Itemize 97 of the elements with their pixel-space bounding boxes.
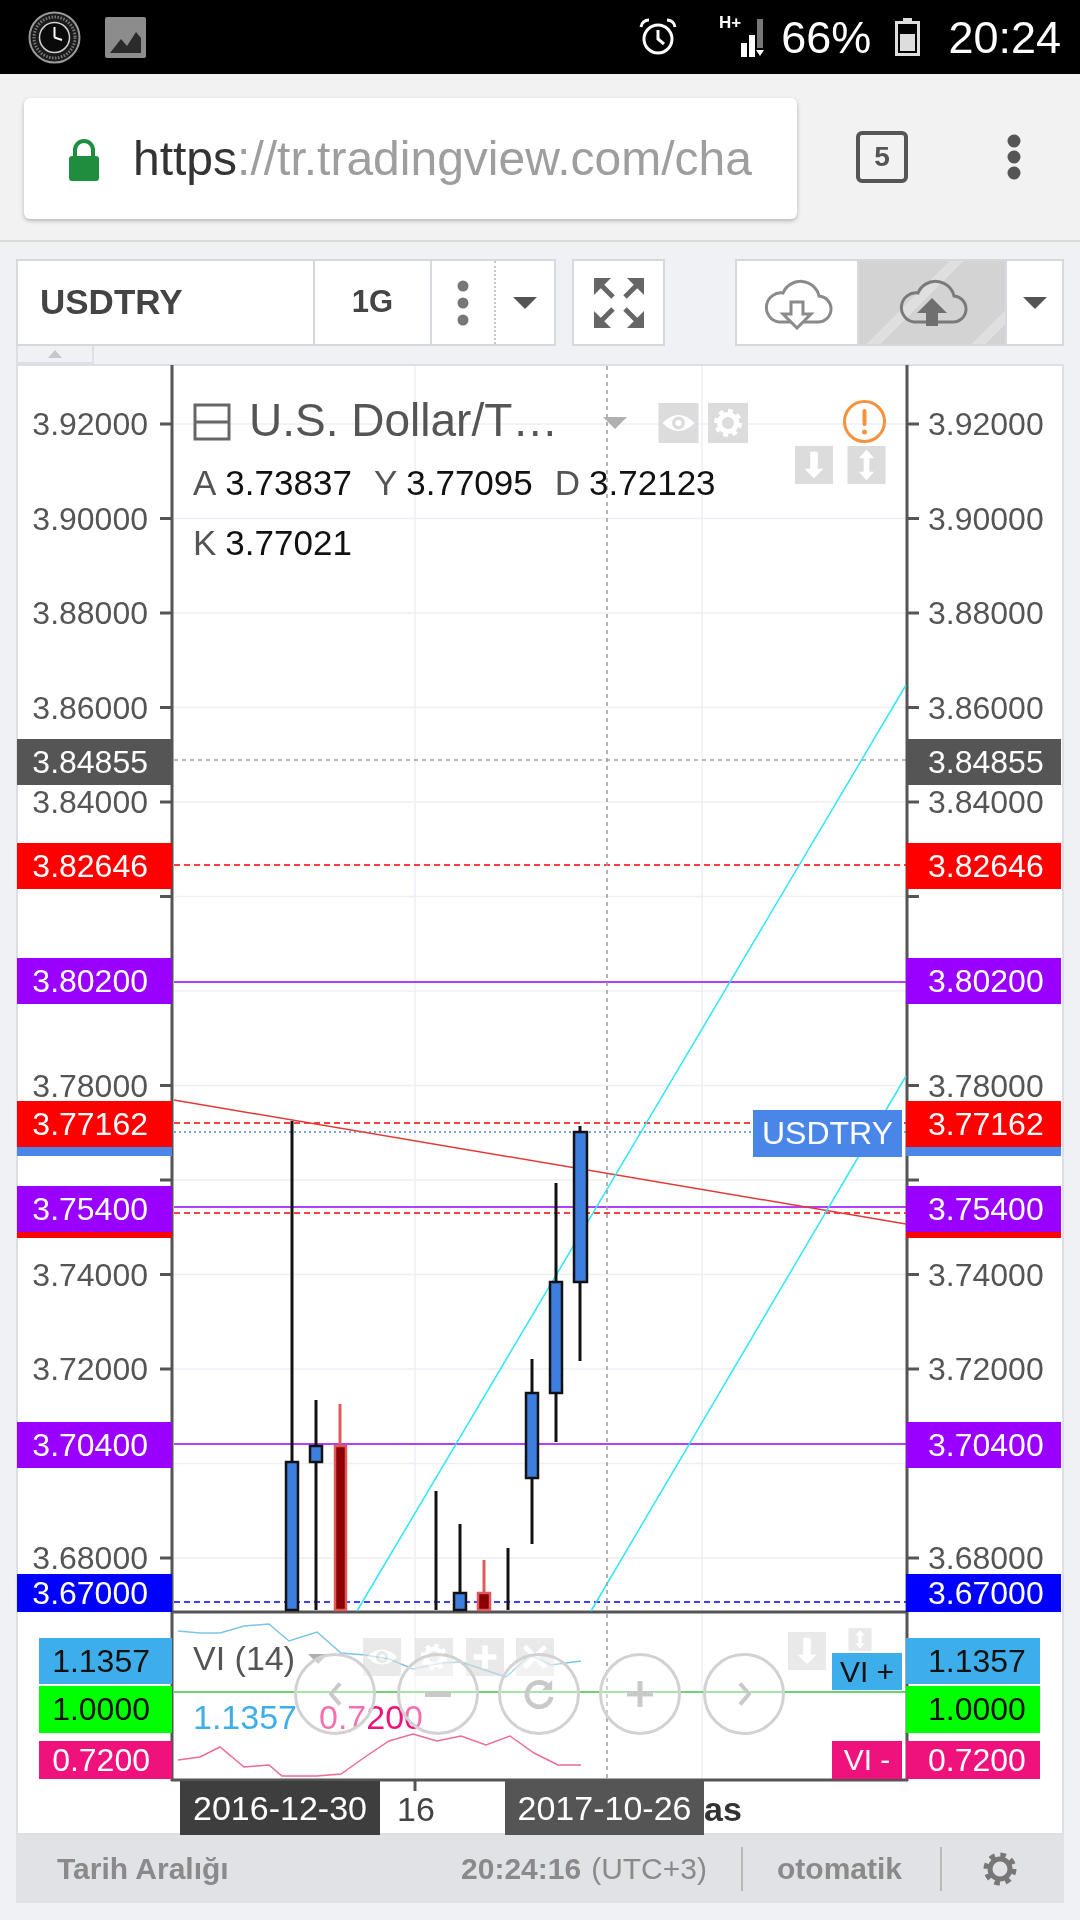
plus-icon xyxy=(627,1681,653,1707)
price-tick-label: 3.92000 xyxy=(31,412,148,436)
indicator-title: VI (14) xyxy=(193,1641,296,1675)
signal-icon xyxy=(741,17,766,57)
price-label: 3.82646 xyxy=(906,843,1061,889)
chart-title: U.S. Dollar/T… xyxy=(249,397,559,443)
indicator-price-label: 1.0000 xyxy=(906,1686,1040,1733)
ohlc-value: 3.77095 xyxy=(406,465,533,500)
ohlc-key: K xyxy=(193,525,217,560)
price-label: 3.67000 xyxy=(17,1574,172,1612)
clock-time: 20:24 xyxy=(948,14,1061,60)
price-label: 3.70400 xyxy=(17,1422,172,1468)
lock-icon xyxy=(67,136,101,181)
price-tick-label: 3.88000 xyxy=(928,601,1045,625)
price-tick-label: 3.84000 xyxy=(928,790,1045,814)
indicator-price-label: 1.1357 xyxy=(906,1638,1040,1684)
symbol-tag: USDTRY xyxy=(753,1110,902,1157)
battery-icon xyxy=(895,18,921,56)
price-label: 3.67000 xyxy=(906,1574,1061,1612)
price-label: 3.84855 xyxy=(17,739,172,785)
caret-down-icon[interactable] xyxy=(603,417,627,429)
ohlc-key: A xyxy=(193,465,217,500)
time-label: 2017-10-26 xyxy=(505,1781,704,1835)
symbol-button[interactable]: USDTRY xyxy=(18,261,313,344)
more-vertical-icon xyxy=(1006,134,1022,180)
reset-icon xyxy=(523,1678,555,1710)
price-label: 3.84855 xyxy=(906,739,1061,785)
fullscreen-button[interactable] xyxy=(572,259,665,346)
ohlc-key: Y xyxy=(373,465,398,500)
price-tick-label: 3.86000 xyxy=(928,695,1045,720)
price-label: 3.82646 xyxy=(17,843,172,889)
time-tick-label: as xyxy=(704,1796,742,1822)
eye-icon[interactable] xyxy=(363,1638,401,1676)
alarm-icon xyxy=(638,17,679,57)
time-label: 2016-12-30 xyxy=(180,1781,380,1835)
chevron-left-icon xyxy=(328,1682,342,1706)
ohlc-value: 3.72123 xyxy=(589,465,716,500)
plus-icon[interactable] xyxy=(466,1638,504,1676)
watch-face-icon xyxy=(28,10,81,64)
timezone-label: (UTC+3) xyxy=(591,1854,707,1884)
price-tick-label: 3.68000 xyxy=(31,1546,148,1570)
caret-down-icon[interactable] xyxy=(308,1654,328,1664)
more-vertical-icon xyxy=(457,279,469,326)
price-label: 3.80200 xyxy=(17,958,172,1004)
settings-button[interactable] xyxy=(982,1851,1018,1887)
indicator-tag: VI - xyxy=(832,1741,902,1779)
price-tick-label: 3.92000 xyxy=(928,412,1045,436)
price-tick-label: 3.72000 xyxy=(928,1357,1045,1381)
alert-icon[interactable] xyxy=(842,399,887,444)
indicator-value: 1.1357 xyxy=(193,1700,297,1734)
url-text: https://tr.tradingview.com/cha xyxy=(133,134,752,183)
image-icon xyxy=(105,16,146,58)
interval-button[interactable]: 1G xyxy=(313,261,430,344)
price-tick-label: 3.90000 xyxy=(928,506,1045,531)
indicator-tag: VI + xyxy=(832,1653,902,1690)
price-label: 3.80200 xyxy=(906,958,1061,1004)
price-tick-label: 3.68000 xyxy=(928,1546,1045,1570)
indicator-price-label: 0.7200 xyxy=(906,1741,1040,1779)
time-tick-label: 16 xyxy=(397,1796,435,1822)
price-label: 3.70400 xyxy=(906,1422,1061,1468)
collapse-icon[interactable] xyxy=(193,403,231,441)
minus-icon xyxy=(425,1691,451,1697)
chevron-right-icon xyxy=(737,1682,751,1706)
price-label: 3.77162 xyxy=(906,1101,1061,1147)
caret-up-icon xyxy=(48,350,62,358)
tab-switcher-button[interactable]: 5 xyxy=(856,131,908,183)
price-tick-label: 3.78000 xyxy=(31,1073,148,1098)
indicator-price-label: 1.0000 xyxy=(39,1686,172,1733)
price-label: 3.75400 xyxy=(17,1186,172,1232)
price-tick-label: 3.74000 xyxy=(31,1262,148,1287)
gear-icon[interactable] xyxy=(707,403,749,443)
arrow-down-icon[interactable] xyxy=(795,446,833,484)
caret-down-icon xyxy=(513,296,537,309)
eye-icon[interactable] xyxy=(658,403,699,443)
settings-icon xyxy=(982,1851,1018,1887)
battery-percent: 66% xyxy=(781,14,872,60)
price-tick-label: 3.90000 xyxy=(31,506,148,531)
candle xyxy=(476,1560,492,1612)
ohlc-value: 3.77021 xyxy=(225,525,352,560)
network-type-label: H+ xyxy=(719,14,742,31)
url-field[interactable]: https://tr.tradingview.com/cha xyxy=(24,98,797,219)
price-tick-label: 3.72000 xyxy=(31,1357,148,1381)
price-tick-label: 3.88000 xyxy=(31,601,148,625)
caret-down-icon xyxy=(1022,296,1047,309)
price-label: 3.77162 xyxy=(17,1101,172,1147)
price-tick-label: 3.74000 xyxy=(928,1262,1045,1287)
clock-time: 20:24:16 xyxy=(461,1854,582,1884)
ohlc-key: D xyxy=(554,465,581,500)
ohlc-value: 3.73837 xyxy=(225,465,352,500)
indicator-price-label: 0.7200 xyxy=(39,1741,172,1779)
price-label: 3.75400 xyxy=(906,1186,1061,1232)
candle xyxy=(506,1548,510,1610)
price-tick-label: 3.84000 xyxy=(31,790,148,814)
price-tick-label: 3.78000 xyxy=(928,1073,1045,1098)
indicator-price-label: 1.1357 xyxy=(39,1638,172,1684)
fullscreen-icon xyxy=(591,275,646,330)
price-tick-label: 3.86000 xyxy=(31,695,148,720)
